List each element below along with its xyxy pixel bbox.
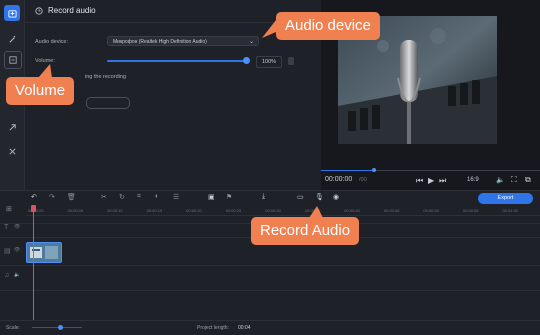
aspect-ratio-select[interactable]: 16:9 xyxy=(467,177,479,183)
player-progress-fill xyxy=(321,170,374,171)
player-progress-handle[interactable] xyxy=(371,168,376,172)
ruler-tick-label: 00:01:00 xyxy=(502,208,519,213)
microphone-icon[interactable]: 🎙 xyxy=(315,193,324,201)
delete-icon[interactable] xyxy=(288,57,294,65)
project-length-label: Project length: xyxy=(197,325,229,331)
clock-icon xyxy=(35,6,43,15)
titles-icon[interactable] xyxy=(4,51,22,69)
export-button[interactable]: Export xyxy=(478,193,533,204)
playhead[interactable] xyxy=(33,205,34,320)
next-frame-icon[interactable]: ⏭ xyxy=(439,176,446,186)
volume-slider[interactable] xyxy=(107,60,247,62)
audio-device-value: Микрофон (Realtek High Definition Audio) xyxy=(113,39,207,45)
delete-clip-icon[interactable]: 🗑 xyxy=(67,193,76,201)
transition-icon[interactable]: ▣ xyxy=(208,193,215,201)
detach-preview-icon[interactable]: ⧉ xyxy=(525,175,531,185)
callout-pointer xyxy=(38,64,52,78)
video-track-icon: ▤ xyxy=(4,248,11,255)
timeline-ruler[interactable]: 00:00:0000:00:0500:00:1000:00:1500:00:20… xyxy=(26,205,540,216)
scale-label: Scale: xyxy=(6,325,20,331)
flag-icon[interactable]: ⚑ xyxy=(226,193,232,201)
callout-pointer xyxy=(262,20,276,38)
track-divider xyxy=(0,265,540,266)
callout-audio-device: Audio device xyxy=(276,12,380,40)
track-divider xyxy=(0,290,540,291)
screen-record-icon[interactable]: ▭ xyxy=(297,193,304,201)
callout-volume: Volume xyxy=(6,77,75,105)
add-track-icon[interactable]: ⊞ xyxy=(6,205,12,213)
crop-icon[interactable]: ⌗ xyxy=(137,193,141,201)
audio-device-select[interactable]: Микрофон (Realtek High Definition Audio)… xyxy=(107,36,259,46)
ruler-tick-label: 00:00:20 xyxy=(186,208,202,213)
play-icon[interactable]: ▶ xyxy=(428,176,434,185)
track-visibility-icon[interactable]: 👁 xyxy=(14,224,20,230)
timecode: 00:00:00 xyxy=(325,176,353,183)
scale-slider-handle[interactable] xyxy=(58,325,63,330)
timecode-total: /00 xyxy=(359,177,367,183)
volume-slider-handle[interactable] xyxy=(243,57,250,64)
ruler-tick-label: 00:00:05 xyxy=(67,208,84,213)
ruler-tick-label: 00:00:15 xyxy=(146,208,163,213)
status-bar: Scale: Project length: 00:04 xyxy=(0,320,540,335)
recording-hint: ing the recording xyxy=(85,74,126,80)
track-visibility-icon[interactable]: 👁 xyxy=(14,247,20,253)
tools-icon[interactable] xyxy=(4,143,20,159)
cut-icon[interactable]: ✂ xyxy=(101,193,107,201)
ruler-tick-label: 00:00:55 xyxy=(462,208,479,213)
audio-track-icon: ♫ xyxy=(4,272,10,279)
panel-header: Record audio xyxy=(35,6,96,15)
transitions-icon[interactable] xyxy=(4,119,20,135)
text-track-icon: T xyxy=(4,224,9,231)
redo-icon[interactable]: ↷ xyxy=(49,193,55,201)
panel-title: Record audio xyxy=(48,6,96,15)
ruler-tick-label: 00:00:10 xyxy=(107,208,123,213)
ruler-tick-label: 00:00:30 xyxy=(265,208,281,213)
volume-icon[interactable]: 🔈 xyxy=(496,176,505,184)
clip-properties-icon[interactable]: ☰ xyxy=(173,193,179,201)
callout-pointer xyxy=(309,206,323,218)
chevron-down-icon: ⌄ xyxy=(248,39,254,45)
start-recording-button[interactable] xyxy=(86,97,130,109)
ruler-tick-label: 00:00:45 xyxy=(383,208,400,213)
track-mute-icon[interactable]: 🔈 xyxy=(14,272,20,278)
scale-slider[interactable] xyxy=(32,327,82,328)
ruler-tick-label: 00:00:40 xyxy=(344,208,360,213)
webcam-icon[interactable]: ◉ xyxy=(333,193,339,201)
import-files-icon[interactable] xyxy=(4,5,20,21)
ruler-tick-label: 00:00:50 xyxy=(423,208,439,213)
previous-frame-icon[interactable]: ⏮ xyxy=(416,176,423,186)
callout-record-audio: Record Audio xyxy=(251,217,360,245)
project-length-value: 00:04 xyxy=(238,325,251,331)
audio-device-label: Audio device: xyxy=(35,39,69,45)
video-clip[interactable] xyxy=(26,242,62,263)
ruler-tick-label: 00:00:25 xyxy=(225,208,242,213)
import-icon[interactable]: ⤓ xyxy=(262,193,265,201)
magic-wand-icon[interactable] xyxy=(4,31,20,47)
rotate-icon[interactable]: ↻ xyxy=(119,193,125,201)
undo-icon[interactable]: ↶ xyxy=(31,193,37,201)
fullscreen-icon[interactable]: ⛶ xyxy=(511,175,517,185)
playhead-handle[interactable] xyxy=(31,205,36,212)
volume-input[interactable]: 100% xyxy=(256,56,282,68)
color-adjust-icon[interactable]: ◐ xyxy=(155,193,159,200)
